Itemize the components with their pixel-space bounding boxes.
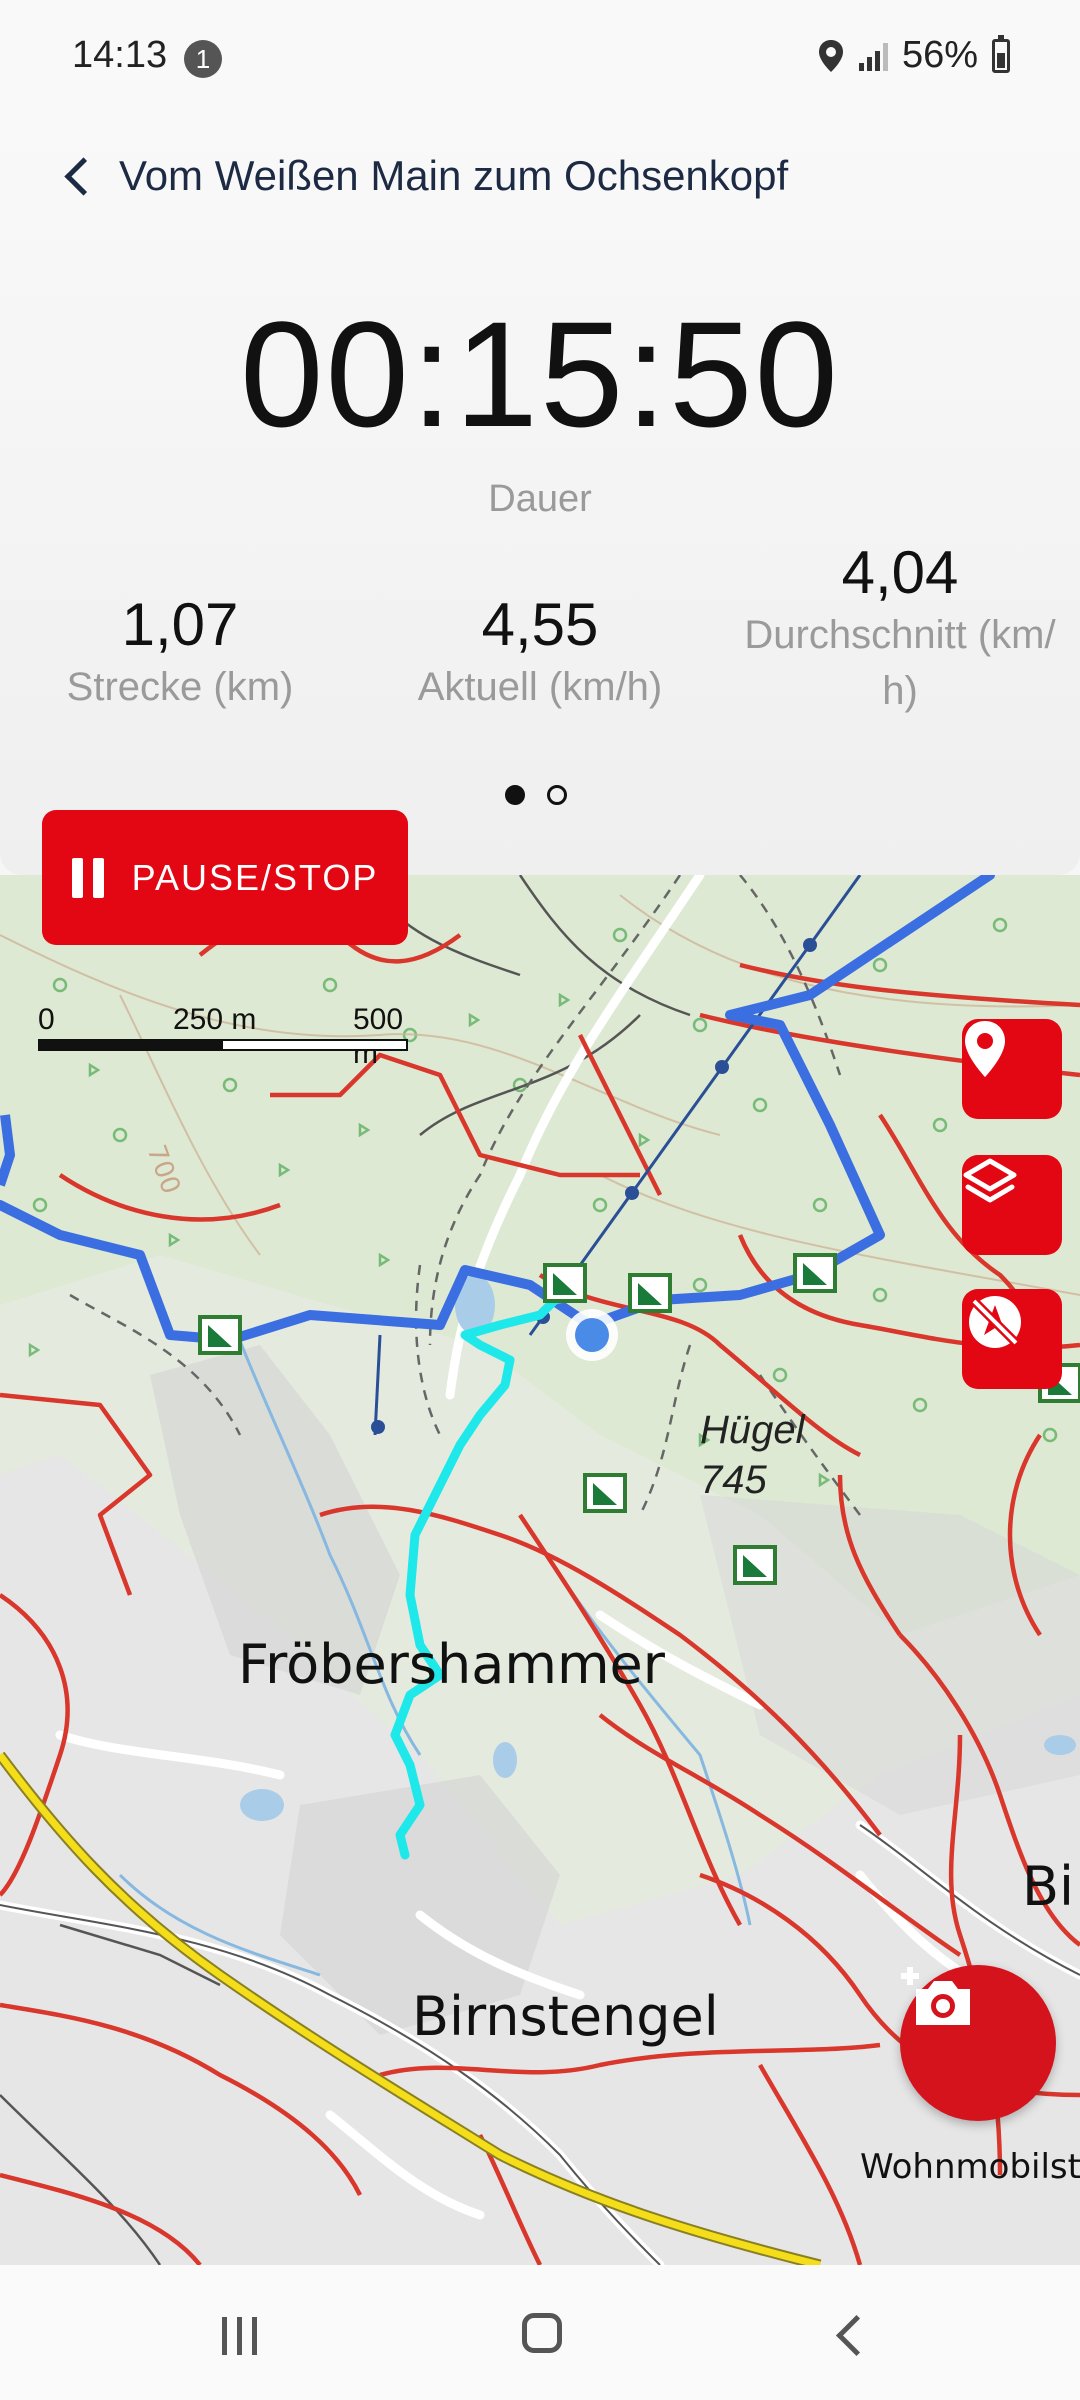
location-pin-icon <box>965 1021 1005 1077</box>
stat-distance: 1,07 Strecke (km) <box>40 590 320 715</box>
add-photo-icon <box>901 1967 970 2025</box>
stat-distance-value: 1,07 <box>121 591 239 658</box>
stat-current-speed: 4,55 Aktuell (km/h) <box>395 590 685 715</box>
place-label: Fröbershammer <box>238 1633 665 1696</box>
chevron-left-icon <box>64 156 103 196</box>
duration-timer: 00:15:50 <box>240 290 840 458</box>
hill-label: Hügel 745 <box>700 1405 805 1505</box>
hill-name: Hügel <box>700 1408 805 1452</box>
system-nav-bar <box>0 2265 1080 2400</box>
signal-icon <box>858 41 888 71</box>
status-bar: 14:13 1 56% <box>0 0 1080 120</box>
pause-stop-button[interactable]: PAUSE/STOP <box>42 810 408 945</box>
route-title: Vom Weißen Main zum Ochsenkopf <box>119 152 789 199</box>
status-icons: 56% <box>817 34 1010 77</box>
stat-distance-label: Strecke (km) <box>66 665 294 709</box>
location-icon <box>818 39 843 72</box>
stat-average-speed-value: 4,04 <box>841 539 959 606</box>
hill-elevation: 745 <box>700 1458 767 1502</box>
stat-current-speed-label: Aktuell (km/h) <box>417 665 663 709</box>
add-photo-button[interactable] <box>900 1965 1056 2121</box>
pause-icon <box>71 857 104 898</box>
scale-label-250: 250 m <box>173 1003 257 1036</box>
home-icon[interactable] <box>522 2313 562 2353</box>
stat-average-speed: 4,04 Durchschnitt (km/ h) <box>725 538 1075 719</box>
scale-label-0: 0 <box>38 1003 55 1036</box>
page-indicator[interactable] <box>505 785 567 805</box>
scale-bar <box>38 1039 408 1051</box>
page-dot-2[interactable] <box>547 785 567 805</box>
layers-icon <box>963 1158 1017 1203</box>
place-label: Wohnmobilste <box>860 2147 1080 2187</box>
layers-button[interactable] <box>962 1155 1062 1255</box>
battery-percent: 56% <box>901 34 978 76</box>
status-time: 14:13 <box>72 34 168 76</box>
location-pin-button[interactable] <box>962 1019 1062 1119</box>
map-view[interactable]: 700 0 250 m 500 m Fröbershammer Birnsten… <box>0 875 1080 2265</box>
battery-icon <box>992 34 1010 73</box>
navigation-off-button[interactable] <box>962 1289 1062 1389</box>
stat-current-speed-value: 4,55 <box>481 591 599 658</box>
stat-average-speed-label: Durchschnitt (km/ h) <box>744 613 1056 713</box>
notification-badge: 1 <box>184 40 222 78</box>
place-label: Birnstengel <box>412 1985 719 2048</box>
back-button[interactable]: Vom Weißen Main zum Ochsenkopf <box>62 152 788 200</box>
place-label: Bi <box>1022 1855 1075 1918</box>
scale-label-500: 500 m <box>353 1003 404 1070</box>
navigation-off-icon <box>969 1296 1021 1348</box>
page-dot-1[interactable] <box>505 785 525 805</box>
back-icon[interactable] <box>835 2314 878 2357</box>
pause-stop-label: PAUSE/STOP <box>131 856 379 898</box>
map-scale: 0 250 m 500 m <box>38 1003 408 1070</box>
recent-apps-icon[interactable] <box>222 2317 257 2355</box>
duration-label: Dauer <box>488 478 592 520</box>
